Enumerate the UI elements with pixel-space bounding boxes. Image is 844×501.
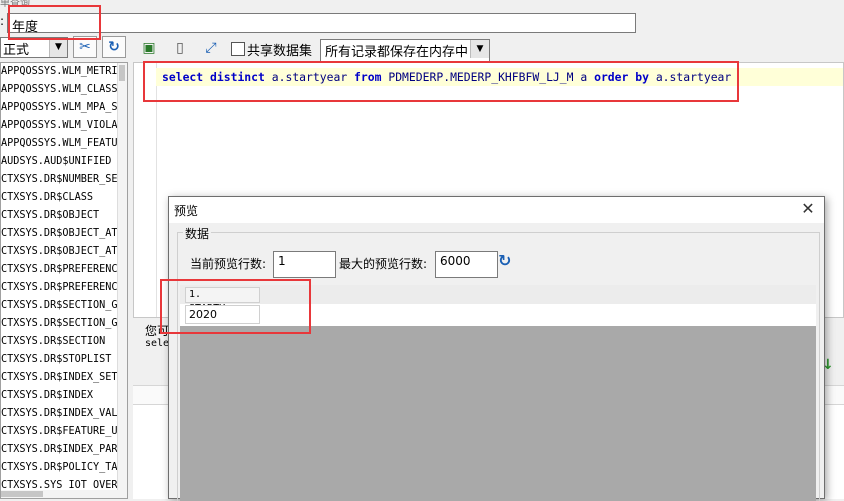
list-item[interactable]: CTXSYS.DR$INDEX_VALUE [1, 405, 119, 423]
list-item[interactable]: CTXSYS.DR$CLASS [1, 189, 119, 207]
memory-mode-select[interactable]: 所有记录都保存在内存中 ▼ [320, 39, 490, 63]
scrollbar-thumb[interactable] [119, 65, 125, 81]
list-item[interactable]: APPQOSSYS.WLM_VIOLATI [1, 117, 119, 135]
data-group: 数据 当前预览行数: 1 最大的预览行数: 6000 ↻ 1. STARTY..… [177, 225, 820, 501]
tools-icon: ✂ [79, 39, 91, 55]
expand-icon[interactable]: ⤢ [200, 37, 222, 59]
sql-keyword: distinct [210, 70, 265, 84]
sql-alias: a [580, 70, 588, 84]
sql-table-name: PDMEDERP.MEDERP_KHFBFW_LJ_M [388, 70, 574, 84]
sql-column: a.startyear [655, 70, 732, 84]
sql-keyword: order [594, 70, 629, 84]
list-item[interactable]: CTXSYS.DR$NUMBER_SEQU [1, 171, 119, 189]
name-input[interactable]: 年度 [7, 13, 636, 35]
horizontal-scrollbar[interactable] [1, 490, 127, 498]
list-item[interactable]: CTXSYS.DR$SECTION [1, 333, 119, 351]
list-item[interactable]: CTXSYS.DR$INDEX_PARTI [1, 441, 119, 459]
preview-dialog: 预览 ✕ 数据 当前预览行数: 1 最大的预览行数: 6000 ↻ 1. STA… [168, 196, 825, 501]
list-item[interactable]: APPQOSSYS.WLM_FEATURE [1, 135, 119, 153]
message-sql: sele [145, 338, 170, 349]
sql-toolbar: ▣ ▯ ⤢ 共享数据集 所有记录都保存在内存中 ▼ [134, 36, 844, 63]
list-item[interactable]: CTXSYS.DR$OBJECT_ATTR [1, 243, 119, 261]
vertical-scrollbar[interactable] [117, 63, 127, 498]
list-item[interactable]: CTXSYS.DR$INDEX [1, 387, 119, 405]
list-item[interactable]: CTXSYS.DR$POLICY_TAB [1, 459, 119, 477]
editor-gutter [134, 63, 157, 317]
preview-grid[interactable]: 1. STARTY... 2020 [180, 285, 816, 501]
mode-select[interactable]: 正式 ▼ [0, 37, 68, 58]
grid-header [180, 285, 816, 304]
chevron-down-icon[interactable]: ▼ [49, 38, 67, 57]
refresh-button[interactable]: ↻ [102, 36, 126, 58]
share-dataset-checkbox[interactable] [231, 42, 245, 56]
column-header[interactable]: 1. STARTY... [185, 287, 260, 314]
max-rows-label: 最大的预览行数: [339, 257, 428, 271]
current-rows-input[interactable]: 1 [273, 251, 336, 278]
table-list[interactable]: APPQOSSYS.WLM_METRICS APPQOSSYS.WLM_CLASS… [0, 62, 128, 499]
share-dataset-label: 共享数据集 [247, 44, 313, 59]
data-group-label: 数据 [183, 225, 212, 242]
grid-cell[interactable]: 2020 [185, 305, 260, 324]
list-item[interactable]: CTXSYS.DR$OBJECT [1, 207, 119, 225]
list-item[interactable]: CTXSYS.DR$OBJECT_ATTR [1, 225, 119, 243]
list-item[interactable]: CTXSYS.DR$SECTION_GRO [1, 297, 119, 315]
list-item[interactable]: CTXSYS.DR$STOPLIST [1, 351, 119, 369]
sql-keyword: from [354, 70, 382, 84]
list-item[interactable]: CTXSYS.DR$INDEX_SET [1, 369, 119, 387]
list-item[interactable]: CTXSYS.DR$PREFERENCE_ [1, 279, 119, 297]
refresh-icon: ↻ [108, 39, 120, 55]
dialog-title: 预览 [174, 204, 199, 218]
sql-keyword: select [162, 70, 204, 84]
tools-button[interactable]: ✂ [73, 36, 97, 58]
list-item[interactable]: CTXSYS.DR$FEATURE_USE [1, 423, 119, 441]
sql-designer-icon[interactable]: ▣ [138, 37, 160, 59]
window-title: 单查询 [0, 0, 30, 9]
list-item[interactable]: APPQOSSYS.WLM_MPA_STR [1, 99, 119, 117]
grid-row [180, 304, 816, 326]
list-item[interactable]: APPQOSSYS.WLM_CLASSIF [1, 81, 119, 99]
list-item[interactable]: CTXSYS.DR$SECTION_GRO [1, 315, 119, 333]
refresh-icon[interactable]: ↻ [498, 252, 516, 270]
message-text: 您可 [145, 324, 170, 338]
sql-column: a.startyear [271, 70, 348, 84]
sql-keyword: by [635, 70, 649, 84]
dialog-titlebar[interactable]: 预览 ✕ [169, 197, 824, 223]
scrollbar-thumb[interactable] [1, 491, 43, 497]
max-rows-input[interactable]: 6000 [435, 251, 498, 278]
memory-mode-value: 所有记录都保存在内存中 [325, 45, 469, 60]
list-item[interactable]: CTXSYS.DR$PREFERENCE [1, 261, 119, 279]
current-rows-label: 当前预览行数: [190, 257, 267, 271]
list-item[interactable]: AUDSYS.AUD$UNIFIED [1, 153, 119, 171]
list-item[interactable]: APPQOSSYS.WLM_METRICS [1, 63, 119, 81]
new-file-icon[interactable]: ▯ [169, 37, 191, 59]
sql-line[interactable]: select distinct a.startyear from PDMEDER… [156, 68, 843, 86]
close-icon[interactable]: ✕ [798, 199, 818, 219]
chevron-down-icon[interactable]: ▼ [470, 40, 489, 58]
name-label: : [0, 14, 5, 28]
mode-select-value: 正式 [3, 43, 30, 58]
